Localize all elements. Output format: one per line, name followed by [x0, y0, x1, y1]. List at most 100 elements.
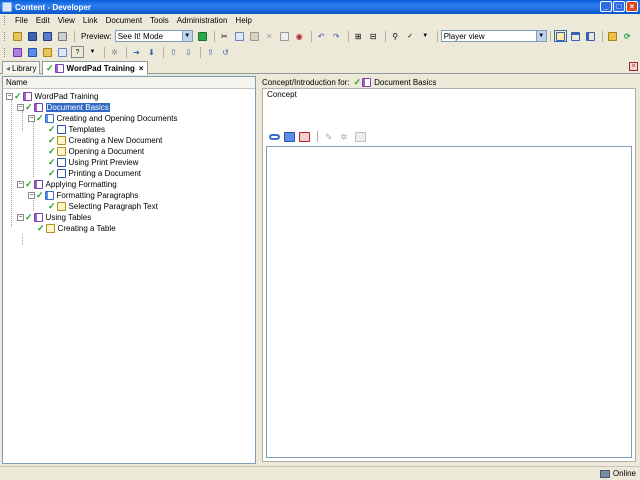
- tree-line: [33, 122, 34, 177]
- menu-edit[interactable]: Edit: [32, 16, 54, 25]
- maximize-button[interactable]: □: [613, 1, 625, 12]
- collapse-toggle-icon[interactable]: −: [6, 93, 13, 100]
- arrow-down-icon[interactable]: ⬇: [145, 46, 158, 58]
- tree-item-label: WordPad Training: [34, 92, 99, 101]
- tree-item[interactable]: − ✓ Formatting Paragraphs: [28, 190, 138, 201]
- new-section-icon[interactable]: [26, 46, 39, 58]
- concept-toolbar: ✎ ✲: [269, 131, 366, 142]
- web-page-icon[interactable]: ✲: [340, 132, 351, 142]
- tab-wordpad-training-label: WordPad Training: [66, 64, 135, 73]
- menu-administration[interactable]: Administration: [173, 16, 232, 25]
- window-settings-icon[interactable]: [606, 30, 619, 42]
- checkmark-icon: ✓: [37, 223, 45, 233]
- concept-header-prefix: Concept/Introduction for:: [262, 77, 350, 87]
- close-tab-icon[interactable]: ×: [139, 64, 144, 73]
- name-column-header[interactable]: Name: [3, 77, 255, 89]
- menu-help[interactable]: Help: [231, 16, 255, 25]
- layout-vertical-icon[interactable]: [584, 30, 597, 42]
- minimize-button[interactable]: _: [600, 1, 612, 12]
- tree-item[interactable]: ✓ Opening a Document: [48, 146, 144, 157]
- move-up-icon[interactable]: ⇧: [167, 46, 180, 58]
- tree-item[interactable]: ✓ Creating a Table: [37, 223, 116, 234]
- collapse-toggle-icon[interactable]: −: [28, 115, 35, 122]
- tree-item[interactable]: ✓ Using Print Preview: [48, 157, 138, 168]
- menu-document[interactable]: Document: [102, 16, 146, 25]
- collapse-toggle-icon[interactable]: −: [28, 192, 35, 199]
- concept-content-area[interactable]: [266, 146, 632, 458]
- create-package-icon[interactable]: [284, 131, 295, 142]
- save-all-icon[interactable]: [41, 30, 54, 42]
- tree-item[interactable]: − ✓ WordPad Training: [6, 91, 98, 102]
- preview-mode-select[interactable]: See It! Mode ▼: [114, 30, 193, 42]
- link-icon[interactable]: [269, 133, 280, 140]
- link-up-icon[interactable]: ⇪: [204, 46, 217, 58]
- menu-tools[interactable]: Tools: [146, 16, 173, 25]
- toolbar-separator: [549, 30, 551, 42]
- book-icon: [33, 103, 43, 112]
- redo-icon[interactable]: ↷: [330, 30, 343, 42]
- link-undo-icon[interactable]: ↺: [219, 46, 232, 58]
- preview-label: Preview:: [81, 31, 112, 41]
- spell-check-icon[interactable]: ✓: [404, 30, 417, 42]
- toolbar-separator: [310, 30, 312, 42]
- close-document-icon[interactable]: ×: [629, 62, 638, 71]
- player-view-select[interactable]: Player view ▼: [440, 30, 547, 42]
- save-icon[interactable]: [26, 30, 39, 42]
- tab-library[interactable]: ◂ Library: [2, 61, 41, 74]
- tree-item[interactable]: ✓ Templates: [48, 124, 105, 135]
- binoculars-icon[interactable]: ⚲: [389, 30, 402, 42]
- delete-icon[interactable]: ✕: [263, 30, 276, 42]
- checkmark-icon: ✓: [46, 63, 54, 73]
- settings-icon[interactable]: ✲: [108, 46, 121, 58]
- arrow-right-icon[interactable]: ➜: [130, 46, 143, 58]
- cut-icon[interactable]: ✂: [218, 30, 231, 42]
- tree-item-label: Creating a New Document: [68, 136, 163, 145]
- paste-icon[interactable]: [248, 30, 261, 42]
- tree-item[interactable]: − ✓ Applying Formatting: [17, 179, 117, 190]
- expand-icon[interactable]: ⊞: [352, 30, 365, 42]
- layout-horizontal-icon[interactable]: [569, 30, 582, 42]
- preview-go-icon[interactable]: [196, 30, 209, 42]
- preview-page-icon[interactable]: [355, 131, 366, 142]
- tab-wordpad-training[interactable]: ✓ WordPad Training ×: [42, 61, 148, 75]
- tree-item[interactable]: − ✓ Creating and Opening Documents: [28, 113, 178, 124]
- help-dropdown-icon[interactable]: ?: [71, 46, 84, 58]
- tree-item[interactable]: ✓ Printing a Document: [48, 168, 141, 179]
- edit-icon[interactable]: ✎: [325, 132, 336, 142]
- undo-icon[interactable]: ↶: [315, 30, 328, 42]
- delete-link-icon[interactable]: [299, 131, 310, 142]
- menubar-grip[interactable]: [4, 16, 7, 25]
- new-module-icon[interactable]: [11, 46, 24, 58]
- collapse-icon[interactable]: ⊟: [367, 30, 380, 42]
- collapse-toggle-icon[interactable]: −: [17, 181, 24, 188]
- new-concept-icon[interactable]: [56, 46, 69, 58]
- tree-item[interactable]: − ✓ Document Basics: [17, 102, 110, 113]
- tree-item-label: Using Tables: [45, 213, 92, 222]
- chevron-down-icon[interactable]: ▼: [181, 31, 192, 41]
- refresh-icon[interactable]: ⟳: [621, 30, 634, 42]
- toolbar-grip[interactable]: [4, 47, 7, 57]
- close-window-button[interactable]: ×: [626, 1, 638, 12]
- toolbar-grip[interactable]: [4, 31, 7, 41]
- collapse-toggle-icon[interactable]: −: [17, 104, 24, 111]
- tree-item[interactable]: ✓ Creating a New Document: [48, 135, 162, 146]
- layout-single-icon[interactable]: [553, 30, 567, 42]
- find-icon[interactable]: ◉: [293, 30, 306, 42]
- move-down-icon[interactable]: ⇩: [182, 46, 195, 58]
- menu-file[interactable]: File: [11, 16, 32, 25]
- tree-item[interactable]: − ✓ Using Tables: [17, 212, 91, 223]
- chevron-down-icon[interactable]: ▼: [535, 31, 546, 41]
- tree-line: [22, 234, 23, 245]
- print-icon[interactable]: [56, 30, 69, 42]
- menu-link[interactable]: Link: [79, 16, 102, 25]
- dropdown-arrow-icon[interactable]: ▼: [86, 46, 99, 58]
- player-view-value: Player view: [443, 31, 485, 41]
- menu-view[interactable]: View: [54, 16, 79, 25]
- tree-item[interactable]: ✓ Selecting Paragraph Text: [48, 201, 158, 212]
- dropdown-arrow-icon[interactable]: ▼: [419, 30, 432, 42]
- collapse-toggle-icon[interactable]: −: [17, 214, 24, 221]
- properties-icon[interactable]: [278, 30, 291, 42]
- new-topic-icon[interactable]: [41, 46, 54, 58]
- copy-icon[interactable]: [233, 30, 246, 42]
- open-folder-icon[interactable]: [11, 30, 24, 42]
